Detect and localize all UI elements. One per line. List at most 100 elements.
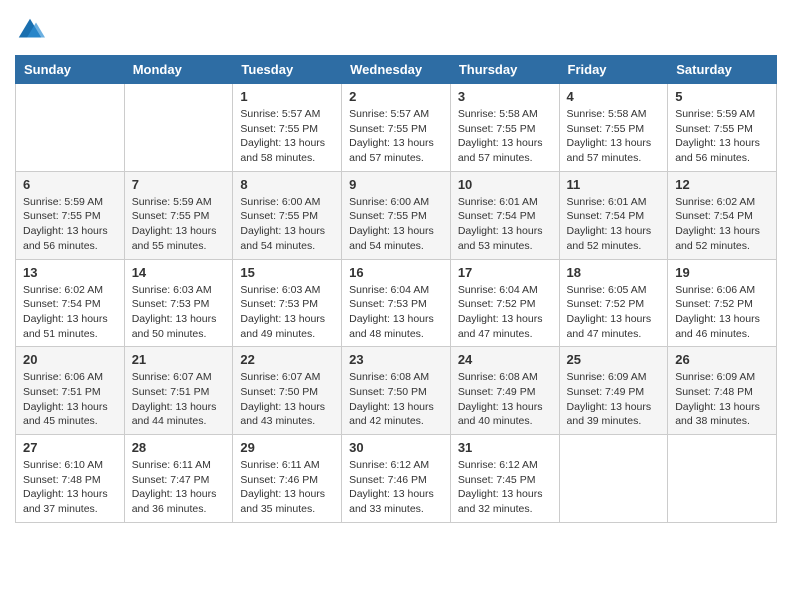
day-number: 19 [675,265,769,280]
day-info: Sunrise: 6:00 AM Sunset: 7:55 PM Dayligh… [240,195,334,254]
calendar-cell: 12Sunrise: 6:02 AM Sunset: 7:54 PM Dayli… [668,171,777,259]
calendar-table: SundayMondayTuesdayWednesdayThursdayFrid… [15,55,777,523]
calendar-cell: 14Sunrise: 6:03 AM Sunset: 7:53 PM Dayli… [124,259,233,347]
day-info: Sunrise: 6:05 AM Sunset: 7:52 PM Dayligh… [567,283,661,342]
page-header [15,15,777,45]
day-number: 24 [458,352,552,367]
day-info: Sunrise: 6:09 AM Sunset: 7:49 PM Dayligh… [567,370,661,429]
day-info: Sunrise: 6:01 AM Sunset: 7:54 PM Dayligh… [458,195,552,254]
calendar-cell: 23 Sunrise: 6:08 AM Sunset: 7:50 PM Dayli… [342,347,451,435]
calendar-cell [16,84,125,172]
day-info: Sunrise: 6:10 AM Sunset: 7:48 PM Dayligh… [23,458,117,517]
calendar-cell: 1Sunrise: 5:57 AM Sunset: 7:55 PM Daylig… [233,84,342,172]
calendar-cell: 16 Sunrise: 6:04 AM Sunset: 7:53 PM Dayli… [342,259,451,347]
day-number: 5 [675,89,769,104]
calendar-cell [668,435,777,523]
day-header-saturday: Saturday [668,56,777,84]
day-info: Sunrise: 5:57 AM Sunset: 7:55 PM Dayligh… [349,107,443,166]
day-info: Sunrise: 5:59 AM Sunset: 7:55 PM Dayligh… [132,195,226,254]
day-info: Sunrise: 6:11 AM Sunset: 7:47 PM Dayligh… [132,458,226,517]
calendar-cell: 26 Sunrise: 6:09 AM Sunset: 7:48 PM Dayli… [668,347,777,435]
day-number: 14 [132,265,226,280]
day-info: Sunrise: 6:06 AM Sunset: 7:52 PM Dayligh… [675,283,769,342]
calendar-header-row: SundayMondayTuesdayWednesdayThursdayFrid… [16,56,777,84]
calendar-cell: 7Sunrise: 5:59 AM Sunset: 7:55 PM Daylig… [124,171,233,259]
day-info: Sunrise: 6:02 AM Sunset: 7:54 PM Dayligh… [23,283,117,342]
day-number: 11 [567,177,661,192]
calendar-week-row: 1Sunrise: 5:57 AM Sunset: 7:55 PM Daylig… [16,84,777,172]
calendar-cell: 15 Sunrise: 6:03 AM Sunset: 7:53 PM Dayli… [233,259,342,347]
day-info: Sunrise: 5:59 AM Sunset: 7:55 PM Dayligh… [23,195,117,254]
calendar-cell: 5 Sunrise: 5:59 AM Sunset: 7:55 PM Daylig… [668,84,777,172]
day-number: 29 [240,440,334,455]
calendar-cell: 27 Sunrise: 6:10 AM Sunset: 7:48 PM Dayli… [16,435,125,523]
day-info: Sunrise: 6:04 AM Sunset: 7:53 PM Dayligh… [349,283,443,342]
day-info: Sunrise: 6:04 AM Sunset: 7:52 PM Dayligh… [458,283,552,342]
day-info: Sunrise: 6:12 AM Sunset: 7:45 PM Dayligh… [458,458,552,517]
calendar-cell: 6 Sunrise: 5:59 AM Sunset: 7:55 PM Daylig… [16,171,125,259]
calendar-week-row: 6 Sunrise: 5:59 AM Sunset: 7:55 PM Daylig… [16,171,777,259]
day-number: 20 [23,352,117,367]
calendar-cell: 4 Sunrise: 5:58 AM Sunset: 7:55 PM Daylig… [559,84,668,172]
calendar-cell: 31 Sunrise: 6:12 AM Sunset: 7:45 PM Dayli… [450,435,559,523]
day-info: Sunrise: 6:07 AM Sunset: 7:50 PM Dayligh… [240,370,334,429]
logo [15,15,47,45]
calendar-cell: 21Sunrise: 6:07 AM Sunset: 7:51 PM Dayli… [124,347,233,435]
day-info: Sunrise: 6:06 AM Sunset: 7:51 PM Dayligh… [23,370,117,429]
calendar-cell: 28 Sunrise: 6:11 AM Sunset: 7:47 PM Dayli… [124,435,233,523]
day-header-sunday: Sunday [16,56,125,84]
calendar-cell: 24 Sunrise: 6:08 AM Sunset: 7:49 PM Dayli… [450,347,559,435]
calendar-cell: 29 Sunrise: 6:11 AM Sunset: 7:46 PM Dayli… [233,435,342,523]
day-number: 13 [23,265,117,280]
day-info: Sunrise: 6:08 AM Sunset: 7:49 PM Dayligh… [458,370,552,429]
day-number: 4 [567,89,661,104]
day-number: 17 [458,265,552,280]
day-number: 2 [349,89,443,104]
calendar-cell: 13 Sunrise: 6:02 AM Sunset: 7:54 PM Dayli… [16,259,125,347]
day-number: 31 [458,440,552,455]
calendar-cell: 25 Sunrise: 6:09 AM Sunset: 7:49 PM Dayli… [559,347,668,435]
day-number: 9 [349,177,443,192]
day-number: 22 [240,352,334,367]
calendar-cell [124,84,233,172]
day-number: 26 [675,352,769,367]
day-number: 27 [23,440,117,455]
day-number: 28 [132,440,226,455]
calendar-cell: 22 Sunrise: 6:07 AM Sunset: 7:50 PM Dayli… [233,347,342,435]
day-info: Sunrise: 6:03 AM Sunset: 7:53 PM Dayligh… [240,283,334,342]
calendar-cell: 8Sunrise: 6:00 AM Sunset: 7:55 PM Daylig… [233,171,342,259]
logo-icon [15,15,45,45]
day-header-wednesday: Wednesday [342,56,451,84]
day-info: Sunrise: 6:08 AM Sunset: 7:50 PM Dayligh… [349,370,443,429]
day-info: Sunrise: 5:58 AM Sunset: 7:55 PM Dayligh… [567,107,661,166]
calendar-week-row: 20 Sunrise: 6:06 AM Sunset: 7:51 PM Dayli… [16,347,777,435]
day-info: Sunrise: 5:57 AM Sunset: 7:55 PM Dayligh… [240,107,334,166]
day-info: Sunrise: 5:59 AM Sunset: 7:55 PM Dayligh… [675,107,769,166]
day-number: 10 [458,177,552,192]
day-info: Sunrise: 6:12 AM Sunset: 7:46 PM Dayligh… [349,458,443,517]
day-info: Sunrise: 6:00 AM Sunset: 7:55 PM Dayligh… [349,195,443,254]
calendar-cell: 17 Sunrise: 6:04 AM Sunset: 7:52 PM Dayli… [450,259,559,347]
calendar-cell [559,435,668,523]
day-header-friday: Friday [559,56,668,84]
calendar-cell: 18 Sunrise: 6:05 AM Sunset: 7:52 PM Dayli… [559,259,668,347]
calendar-week-row: 13 Sunrise: 6:02 AM Sunset: 7:54 PM Dayli… [16,259,777,347]
day-number: 23 [349,352,443,367]
calendar-cell: 30 Sunrise: 6:12 AM Sunset: 7:46 PM Dayli… [342,435,451,523]
day-info: Sunrise: 6:09 AM Sunset: 7:48 PM Dayligh… [675,370,769,429]
day-number: 3 [458,89,552,104]
day-number: 6 [23,177,117,192]
day-number: 18 [567,265,661,280]
calendar-cell: 9 Sunrise: 6:00 AM Sunset: 7:55 PM Daylig… [342,171,451,259]
day-number: 15 [240,265,334,280]
day-number: 16 [349,265,443,280]
day-info: Sunrise: 6:07 AM Sunset: 7:51 PM Dayligh… [132,370,226,429]
calendar-cell: 10 Sunrise: 6:01 AM Sunset: 7:54 PM Dayli… [450,171,559,259]
calendar-cell: 11Sunrise: 6:01 AM Sunset: 7:54 PM Dayli… [559,171,668,259]
day-number: 25 [567,352,661,367]
calendar-cell: 19 Sunrise: 6:06 AM Sunset: 7:52 PM Dayli… [668,259,777,347]
day-number: 30 [349,440,443,455]
day-header-thursday: Thursday [450,56,559,84]
day-info: Sunrise: 6:11 AM Sunset: 7:46 PM Dayligh… [240,458,334,517]
calendar-cell: 2 Sunrise: 5:57 AM Sunset: 7:55 PM Daylig… [342,84,451,172]
